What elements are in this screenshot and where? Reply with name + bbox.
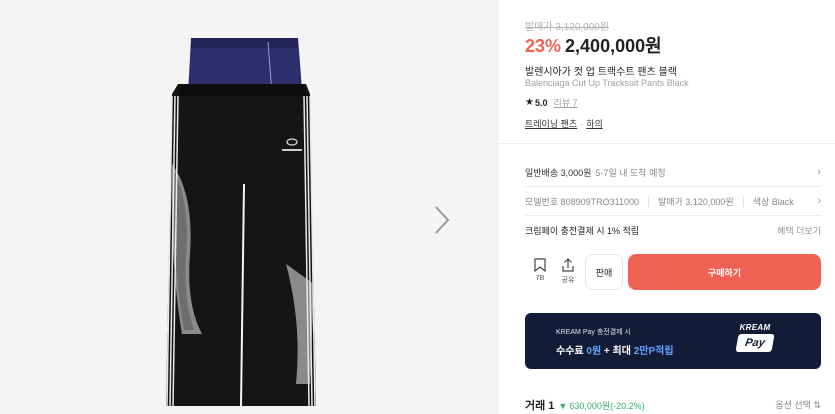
model-number: 모델번호 808909TRO311000 xyxy=(525,197,640,207)
chevron-right-icon: › xyxy=(817,195,821,207)
chevron-right-icon: › xyxy=(817,166,821,178)
banner-line-1: KREAM Pay 충전결제 시 xyxy=(556,329,631,336)
product-info-panel: 발매가 3,120,000원 23% 2,400,000원 발렌시아가 컷 업 … xyxy=(497,0,835,414)
current-price: 2,400,000원 xyxy=(565,36,662,56)
share-icon xyxy=(562,258,574,272)
row-divider xyxy=(525,186,821,187)
category-link-training-pants[interactable]: 트레이닝 팬츠 xyxy=(525,119,577,129)
detail-separator xyxy=(742,196,744,207)
release-price: 발매가 3,120,000원 xyxy=(658,197,734,207)
kream-pay-logo: KREAM Pay xyxy=(733,323,777,359)
bookmark-count: 7B xyxy=(535,275,545,282)
action-bar: 7B 공유 판매 구매하기 xyxy=(525,254,821,290)
shipping-eta: 5-7일 내 도착 예정 xyxy=(595,168,666,178)
shipping-row[interactable]: 일반배송 3,000원 5-7일 내 도착 예정 › xyxy=(525,166,821,179)
down-triangle-icon: ▼ xyxy=(558,401,568,411)
category-separator: · xyxy=(580,119,584,129)
rating-row: ★ 5.0 리뷰 7 xyxy=(525,96,578,109)
product-name-en: Balenciaga Cut Up Tracksuit Pants Black xyxy=(525,78,689,88)
detail-separator xyxy=(648,196,650,207)
product-details-row[interactable]: 모델번호 808909TRO311000 발매가 3,120,000원 색상 B… xyxy=(525,195,821,208)
rating-value: 5.0 xyxy=(534,97,548,108)
trade-row: 거래 1 ▼ 630,000원(-20.2%) 옵션 선택 ⇅ xyxy=(525,397,821,413)
review-link[interactable]: 리뷰 7 xyxy=(553,96,577,109)
trade-price-change: 630,000원(-20.2%) xyxy=(569,401,645,411)
bookmark-button[interactable]: 7B xyxy=(529,258,551,282)
original-price: 발매가 3,120,000원 xyxy=(525,22,610,33)
section-divider xyxy=(497,143,835,144)
product-gallery xyxy=(0,0,497,414)
option-select-button[interactable]: 옵션 선택 ⇅ xyxy=(775,398,821,411)
category-link-bottoms[interactable]: 하의 xyxy=(586,119,603,129)
bookmark-icon xyxy=(534,258,546,272)
price-row: 23% 2,400,000원 xyxy=(525,32,662,58)
sell-button[interactable]: 판매 xyxy=(585,254,623,290)
share-label: 공유 xyxy=(561,277,575,284)
star-icon: ★ xyxy=(525,97,534,108)
buy-button[interactable]: 구매하기 xyxy=(628,254,821,290)
shipping-label: 일반배송 3,000원 xyxy=(525,168,592,178)
product-name-ko: 발렌시아가 컷 업 트랙수트 팬츠 블랙 xyxy=(525,67,677,78)
trade-count: 거래 1 xyxy=(525,400,555,412)
discount-rate: 23% xyxy=(525,36,562,56)
color: 색상 Black xyxy=(752,197,794,207)
chevron-right-icon[interactable] xyxy=(430,203,454,237)
benefit-more-link[interactable]: 혜택 더보기 xyxy=(777,224,821,237)
panel-divider xyxy=(497,0,498,414)
product-image xyxy=(166,38,316,406)
banner-line-2: 수수료 0원 + 최대 2만P적립 xyxy=(556,346,674,357)
kream-pay-benefit-row: 크림페이 충전결제 시 1% 적립 혜택 더보기 xyxy=(525,224,821,237)
row-divider xyxy=(525,215,821,216)
kream-pay-benefit-text: 크림페이 충전결제 시 1% 적립 xyxy=(525,226,640,236)
kream-pay-banner[interactable]: KREAM Pay 충전결제 시 수수료 0원 + 최대 2만P적립 KREAM… xyxy=(525,313,821,369)
share-button[interactable]: 공유 xyxy=(557,258,579,285)
category-row: 트레이닝 팬츠 · 하의 xyxy=(525,117,603,130)
